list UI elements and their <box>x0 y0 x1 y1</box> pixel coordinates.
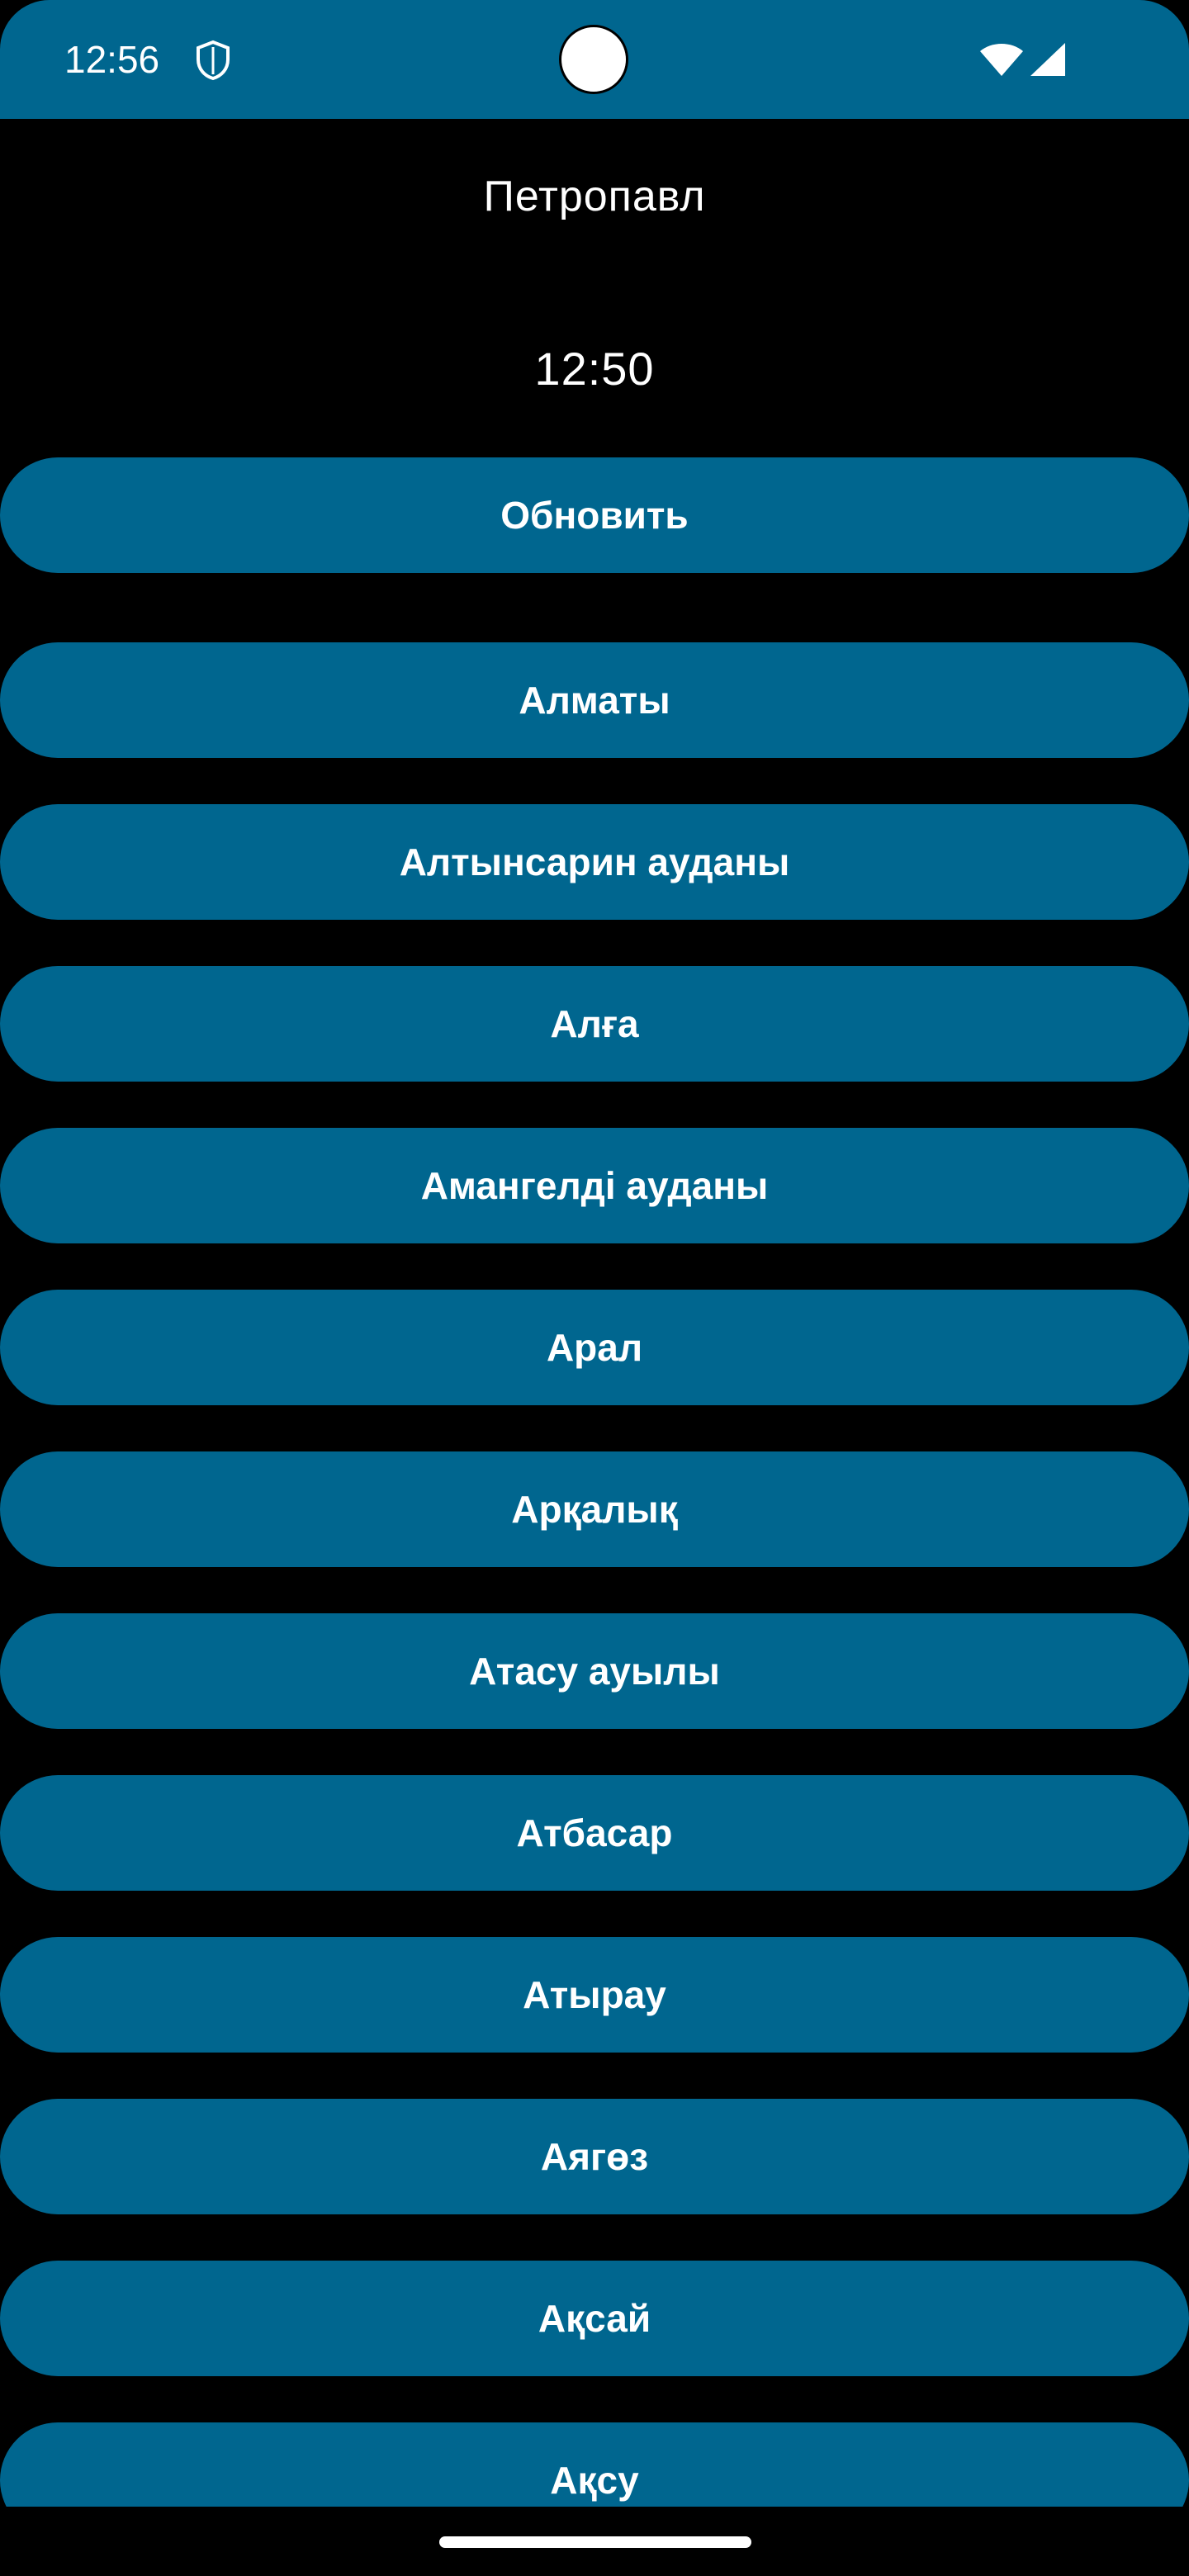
city-button-amangeldi[interactable]: Амангелді ауданы <box>0 1128 1189 1243</box>
city-button-aral[interactable]: Арал <box>0 1290 1189 1405</box>
camera-cutout <box>559 25 628 94</box>
city-button-altynsarin[interactable]: Алтынсарин ауданы <box>0 804 1189 920</box>
city-button-ayagoz[interactable]: Аягөз <box>0 2099 1189 2214</box>
status-bar: 12:56 <box>0 0 1189 119</box>
city-button-arkalyk[interactable]: Арқалық <box>0 1451 1189 1567</box>
city-list[interactable]: Алматы Алтынсарин ауданы Алға Амангелді … <box>0 642 1189 2507</box>
city-button-aksu[interactable]: Ақсу <box>0 2422 1189 2507</box>
city-button-atasu[interactable]: Атасу ауылы <box>0 1613 1189 1729</box>
city-button-atyrau[interactable]: Атырау <box>0 1937 1189 2053</box>
city-button-alga[interactable]: Алға <box>0 966 1189 1082</box>
signal-icon <box>1030 43 1065 76</box>
status-time: 12:56 <box>64 38 160 81</box>
city-title: Петропавл <box>483 173 706 220</box>
updated-time: 12:50 <box>534 343 655 395</box>
city-button-almaty[interactable]: Алматы <box>0 642 1189 758</box>
city-button-aksay[interactable]: Ақсай <box>0 2261 1189 2376</box>
shield-icon <box>197 40 230 81</box>
city-button-atbasar[interactable]: Атбасар <box>0 1775 1189 1891</box>
home-indicator[interactable] <box>439 2536 751 2548</box>
wifi-icon <box>980 44 1023 76</box>
refresh-button[interactable]: Обновить <box>0 457 1189 573</box>
